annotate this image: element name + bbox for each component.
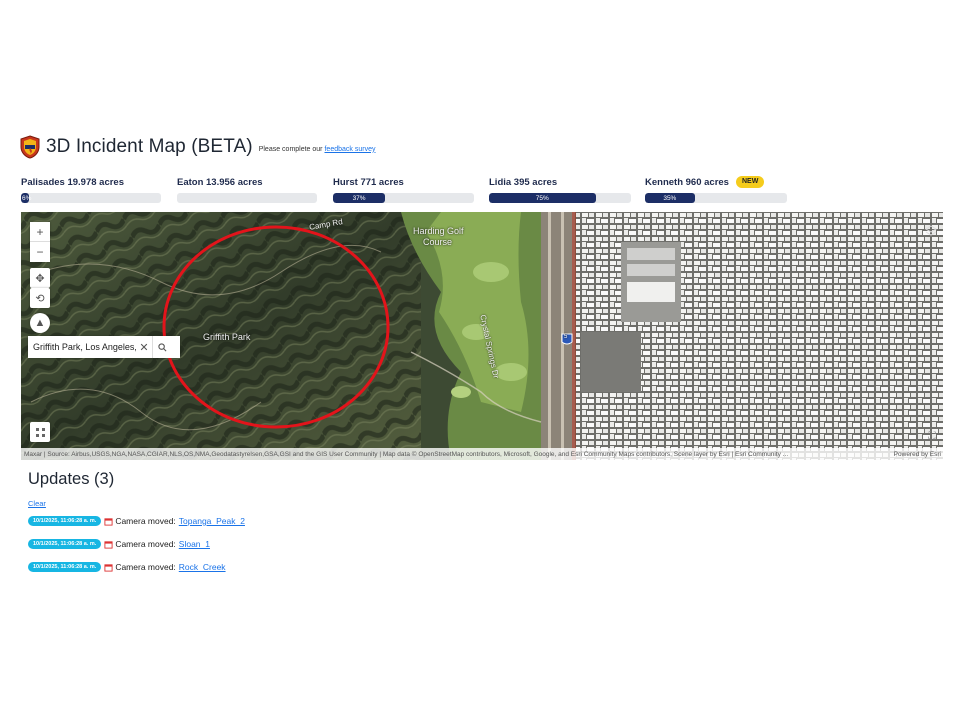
fire-label: Palisades 19.978 acres	[21, 175, 161, 189]
new-badge: NEW	[735, 176, 765, 188]
containment-bar: 6%	[21, 193, 161, 203]
fire-item-kenneth[interactable]: Kenneth 960 acres NEW 35%	[645, 175, 787, 203]
containment-label: 6%	[22, 194, 32, 202]
rotate-button[interactable]: ⟲	[30, 288, 50, 308]
layers-button[interactable]	[922, 222, 940, 240]
update-item: 10/1/2025, 11:06:28 a. m. Camera moved: …	[28, 515, 628, 527]
zoom-out-button[interactable]: −	[30, 242, 50, 262]
zoom-in-button[interactable]: +	[30, 222, 50, 242]
search-button[interactable]	[152, 336, 172, 358]
calendar-icon	[104, 540, 113, 549]
fire-name: Kenneth 960 acres	[645, 176, 729, 188]
camera-link[interactable]: Rock_Creek	[179, 562, 226, 572]
timestamp-badge: 10/1/2025, 11:06:28 a. m.	[28, 516, 102, 526]
camera-link[interactable]: Topanga_Peak_2	[179, 516, 245, 526]
fire-label: Eaton 13.956 acres	[177, 175, 317, 189]
fire-name: Hurst 771 acres	[333, 176, 404, 188]
fire-label: Lidia 395 acres	[489, 175, 631, 189]
update-item: 10/1/2025, 11:06:28 a. m. Camera moved: …	[28, 538, 628, 550]
update-text: Camera moved:	[115, 562, 176, 572]
layers-icon	[925, 225, 937, 236]
fire-status-bar: Palisades 19.978 acres 6% Eaton 13.956 a…	[21, 175, 941, 205]
map-label-park: Griffith Park	[203, 332, 251, 342]
compass-icon: ▲	[34, 317, 46, 329]
fire-name: Lidia 395 acres	[489, 176, 558, 188]
update-text: Camera moved:	[115, 516, 176, 526]
fullscreen-icon: ⛶	[928, 430, 936, 442]
minus-icon: −	[36, 245, 44, 259]
map-label-golf-course: Course	[423, 237, 453, 247]
survey-prefix: Please complete our	[258, 145, 323, 153]
powered-by-link[interactable]: Powered by Esri	[890, 451, 943, 458]
map-search-input[interactable]	[28, 342, 136, 352]
app-root: 3D Incident Map (BETA) Please complete o…	[0, 0, 960, 720]
feedback-survey-link[interactable]: feedback survey	[324, 146, 375, 153]
compass-button[interactable]: ▲	[30, 313, 50, 333]
containment-label: 37%	[352, 194, 366, 202]
highway-shield-label: 5	[564, 334, 568, 340]
fullscreen-button[interactable]: ⛶	[924, 428, 940, 444]
fire-item-lidia[interactable]: Lidia 395 acres 75%	[489, 175, 631, 203]
fire-item-palisades[interactable]: Palisades 19.978 acres 6%	[21, 175, 161, 203]
fire-item-hurst[interactable]: Hurst 771 acres 37%	[333, 175, 474, 203]
fire-name: Palisades 19.978 acres	[21, 176, 125, 188]
containment-label: 35%	[663, 194, 677, 202]
fire-label: Kenneth 960 acres NEW	[645, 175, 787, 189]
pan-button[interactable]: ✥	[30, 268, 50, 288]
rotate-icon: ⟲	[35, 292, 45, 305]
search-icon	[158, 342, 167, 351]
containment-label: 75%	[535, 194, 549, 202]
timestamp-badge: 10/1/2025, 11:06:28 a. m.	[28, 562, 102, 572]
fire-department-logo-icon	[20, 135, 40, 159]
fire-label: Hurst 771 acres	[333, 175, 474, 189]
map-attribution: Maxar | Source: Airbus,USGS,NGA,NASA,CGI…	[21, 448, 943, 460]
camera-link[interactable]: Sloan_1	[179, 539, 210, 549]
containment-bar: 75%	[489, 193, 631, 203]
fire-item-eaton[interactable]: Eaton 13.956 acres	[177, 175, 317, 203]
containment-label	[177, 193, 197, 203]
fire-name: Eaton 13.956 acres	[177, 176, 263, 188]
attribution-text: Maxar | Source: Airbus,USGS,NGA,NASA,CGI…	[24, 450, 789, 458]
updates-panel: Updates (3) Clear 10/1/2025, 11:06:28 a.…	[28, 470, 628, 573]
page-header: 3D Incident Map (BETA) Please complete o…	[19, 132, 375, 162]
containment-bar: 35%	[645, 193, 787, 203]
map-label-golf: Harding Golf	[413, 226, 464, 236]
update-item: 10/1/2025, 11:06:28 a. m. Camera moved: …	[28, 561, 628, 573]
updates-title: Updates (3)	[28, 470, 115, 488]
zoom-controls: + −	[30, 222, 50, 262]
containment-bar	[177, 193, 317, 203]
containment-bar: 37%	[333, 193, 474, 203]
map-view[interactable]: Griffith Park Harding Golf Course Camp R…	[21, 212, 943, 460]
clear-updates-link[interactable]: Clear	[28, 499, 46, 508]
survey-note: Please complete our feedback survey	[259, 146, 376, 153]
update-text: Camera moved:	[115, 539, 176, 549]
page-title: 3D Incident Map (BETA)	[46, 136, 253, 157]
close-icon[interactable]: ✕	[136, 341, 152, 354]
map-search-box: ✕	[28, 336, 180, 358]
pan-icon: ✥	[35, 272, 45, 285]
calendar-icon	[104, 517, 113, 526]
timestamp-badge: 10/1/2025, 11:06:28 a. m.	[28, 539, 102, 549]
grid-button[interactable]	[30, 422, 50, 442]
plus-icon: +	[36, 224, 44, 239]
grid-icon	[35, 427, 45, 437]
calendar-icon	[104, 563, 113, 572]
